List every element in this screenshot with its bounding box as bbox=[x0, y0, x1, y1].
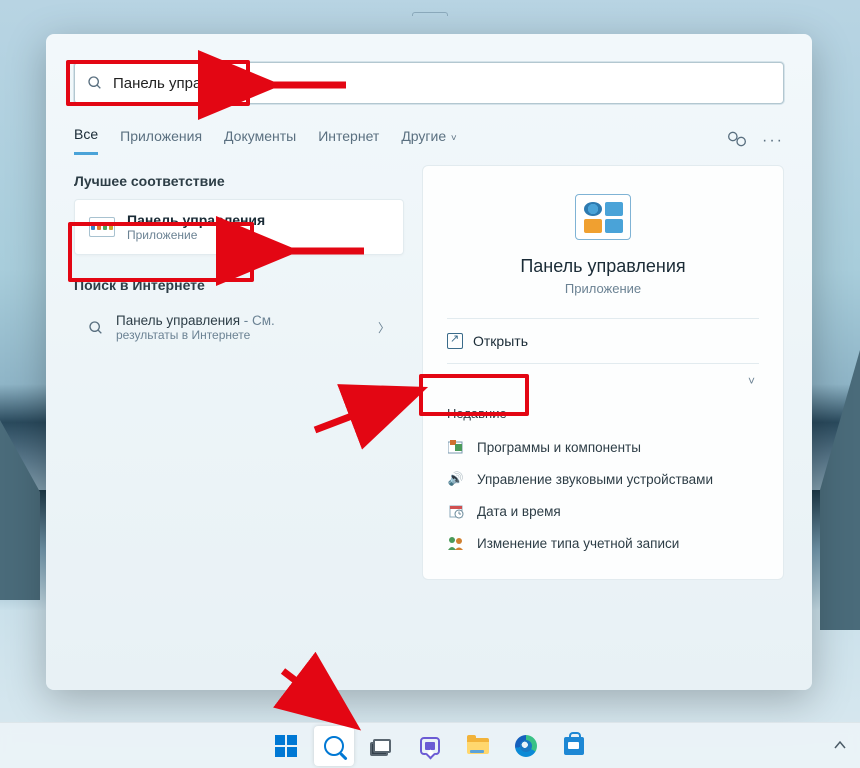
recent-programs-and-components[interactable]: Программы и компоненты bbox=[423, 431, 783, 463]
control-panel-large-icon bbox=[575, 194, 631, 240]
taskbar-taskview-button[interactable] bbox=[362, 726, 402, 766]
open-external-icon bbox=[447, 333, 463, 349]
taskbar bbox=[0, 722, 860, 768]
users-icon bbox=[447, 535, 465, 551]
search-icon bbox=[324, 736, 344, 756]
search-icon bbox=[87, 75, 103, 91]
recent-date-time[interactable]: Дата и время bbox=[423, 495, 783, 527]
open-button[interactable]: Открыть bbox=[447, 333, 528, 349]
recent-header: Недавние bbox=[447, 406, 759, 421]
search-bar[interactable] bbox=[74, 62, 784, 104]
best-match-subtitle: Приложение bbox=[127, 228, 265, 242]
tab-apps[interactable]: Приложения bbox=[120, 128, 202, 154]
best-match-result[interactable]: Панель управления Приложение bbox=[74, 199, 404, 255]
panel-handle bbox=[412, 12, 448, 16]
taskbar-explorer-button[interactable] bbox=[458, 726, 498, 766]
taskbar-chat-button[interactable] bbox=[410, 726, 450, 766]
file-explorer-icon bbox=[467, 738, 489, 754]
windows-logo-icon bbox=[275, 735, 297, 757]
filter-tabs: Все Приложения Документы Интернет Другие… bbox=[74, 126, 784, 155]
preview-subtitle: Приложение bbox=[423, 281, 783, 296]
start-search-panel: Все Приложения Документы Интернет Другие… bbox=[46, 34, 812, 690]
search-settings-icon[interactable] bbox=[726, 130, 748, 151]
taskbar-start-button[interactable] bbox=[266, 726, 306, 766]
preview-title: Панель управления bbox=[423, 256, 783, 277]
web-result-sub: результаты в Интернете bbox=[116, 328, 275, 342]
result-preview-panel: Панель управления Приложение Открыть ˅ Н… bbox=[422, 165, 784, 580]
search-icon bbox=[88, 320, 104, 336]
chevron-up-icon bbox=[834, 740, 846, 750]
chevron-down-icon: ˅ bbox=[448, 133, 457, 144]
recent-sound-devices[interactable]: 🔊 Управление звуковыми устройствами bbox=[423, 463, 783, 495]
store-icon bbox=[564, 737, 584, 755]
taskview-icon bbox=[373, 739, 391, 753]
web-search-result[interactable]: Панель управления - См. результаты в Инт… bbox=[74, 303, 404, 352]
recent-account-type[interactable]: Изменение типа учетной записи bbox=[423, 527, 783, 559]
more-options-icon[interactable]: ··· bbox=[762, 132, 784, 150]
taskbar-edge-button[interactable] bbox=[506, 726, 546, 766]
clock-icon bbox=[447, 503, 465, 519]
tab-documents[interactable]: Документы bbox=[224, 128, 296, 154]
taskbar-show-desktop[interactable] bbox=[834, 739, 846, 753]
programs-icon bbox=[447, 439, 465, 455]
best-match-title: Панель управления bbox=[127, 212, 265, 228]
best-match-header: Лучшее соответствие bbox=[74, 173, 404, 189]
taskbar-search-button[interactable] bbox=[314, 726, 354, 766]
chevron-right-icon: 〉 bbox=[378, 319, 390, 336]
control-panel-icon bbox=[89, 217, 115, 237]
tab-all[interactable]: Все bbox=[74, 126, 98, 155]
sound-icon: 🔊 bbox=[447, 471, 465, 487]
tab-web[interactable]: Интернет bbox=[318, 128, 379, 154]
web-result-text: Панель управления bbox=[116, 313, 240, 328]
results-left-column: Лучшее соответствие Панель управления Пр… bbox=[74, 165, 404, 580]
edge-icon bbox=[515, 735, 537, 757]
tab-more[interactable]: Другие ˅ bbox=[401, 128, 456, 154]
chat-icon bbox=[420, 737, 440, 755]
taskbar-store-button[interactable] bbox=[554, 726, 594, 766]
chevron-down-icon[interactable]: ˅ bbox=[748, 374, 759, 388]
web-search-header: Поиск в Интернете bbox=[74, 277, 404, 293]
search-input[interactable] bbox=[113, 75, 771, 92]
